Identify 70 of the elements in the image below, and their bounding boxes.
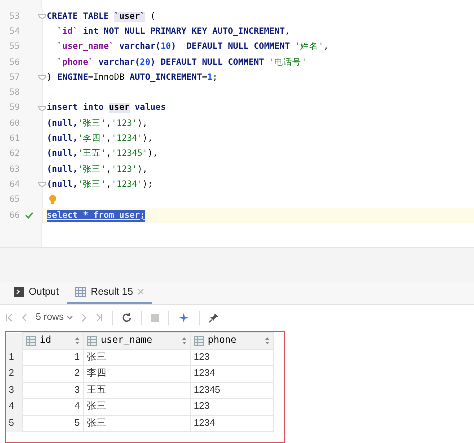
row-number: 5 bbox=[6, 415, 22, 432]
sort-icon[interactable] bbox=[265, 336, 270, 345]
table-cell: 张三 bbox=[84, 349, 190, 366]
column-icon bbox=[26, 336, 36, 346]
line-number: 53 bbox=[8, 12, 20, 22]
caret-icon bbox=[66, 316, 73, 320]
line-number: 61 bbox=[8, 134, 20, 144]
table-cell: 4 bbox=[22, 398, 84, 415]
console-icon bbox=[14, 287, 24, 297]
row-number: 1 bbox=[6, 349, 22, 366]
line-number: 65 bbox=[8, 195, 20, 206]
line-number: 62 bbox=[8, 149, 20, 160]
close-icon[interactable] bbox=[138, 289, 144, 295]
stop-icon[interactable] bbox=[150, 314, 159, 322]
table-cell: 张三 bbox=[84, 415, 190, 432]
first-page-icon[interactable] bbox=[6, 314, 13, 322]
last-page-icon[interactable] bbox=[96, 314, 103, 322]
line-number: 58 bbox=[8, 88, 20, 98]
line-number: 60 bbox=[8, 118, 20, 129]
selected-code: select * from user; bbox=[47, 210, 146, 222]
lightbulb-icon[interactable] bbox=[49, 195, 57, 206]
table-cell: 李四 bbox=[84, 366, 190, 382]
rows-dropdown[interactable]: 5 rows bbox=[36, 312, 73, 323]
line-number: 64 bbox=[8, 180, 20, 190]
refresh-icon[interactable] bbox=[122, 312, 132, 322]
fold-icon[interactable] bbox=[38, 180, 47, 190]
grid-icon bbox=[75, 287, 86, 297]
line-number: 57 bbox=[8, 72, 20, 83]
table-cell: 王五 bbox=[84, 382, 190, 398]
table-cell: 123 bbox=[190, 349, 274, 366]
fold-icon[interactable] bbox=[38, 104, 47, 113]
table-cell: 5 bbox=[22, 415, 84, 432]
table-cell: 1234 bbox=[190, 415, 274, 432]
fold-icon[interactable] bbox=[38, 73, 47, 82]
code-line: (null,'李四','1234'), bbox=[47, 133, 153, 146]
code-line: `phone` varchar(20) DEFAULT NULL COMMENT '电话号' bbox=[56, 56, 307, 69]
line-number: 56 bbox=[8, 58, 20, 68]
table-cell: 1 bbox=[22, 349, 84, 366]
code-line: `user_name` varchar(10) DEFAULT NULL COMMENT '姓名', bbox=[56, 41, 329, 54]
line-number: 55 bbox=[8, 42, 20, 52]
pin-icon[interactable] bbox=[208, 312, 219, 322]
table-cell: 1234 bbox=[190, 366, 274, 382]
fold-icon[interactable] bbox=[38, 12, 47, 22]
line-number: 59 bbox=[8, 103, 20, 114]
table-cell: 2 bbox=[22, 366, 84, 382]
column-icon bbox=[87, 336, 97, 346]
line-number: 66 bbox=[8, 210, 20, 220]
table-cell: 123 bbox=[190, 398, 274, 415]
table-cell: 张三 bbox=[84, 398, 190, 415]
code-line: insert into user values bbox=[47, 103, 166, 114]
table-cell: 12345 bbox=[190, 382, 274, 398]
line-number: 54 bbox=[8, 26, 20, 37]
sort-icon[interactable] bbox=[182, 336, 187, 345]
sort-icon[interactable] bbox=[75, 336, 80, 345]
column-icon bbox=[194, 336, 204, 346]
table-cell: 3 bbox=[22, 382, 84, 398]
line-number: 63 bbox=[8, 164, 20, 175]
code-line: (null,'王五','12345'), bbox=[47, 148, 158, 160]
code-line: (null,'张三','123'), bbox=[47, 164, 148, 176]
previous-icon[interactable] bbox=[22, 314, 27, 322]
row-number: 3 bbox=[6, 382, 22, 398]
tab[interactable]: Output bbox=[6, 282, 68, 304]
code-line: ) ENGINE=InnoDB AUTO_INCREMENT=1; bbox=[47, 72, 218, 83]
next-icon[interactable] bbox=[82, 314, 87, 322]
tab[interactable]: Result 15 bbox=[67, 282, 152, 304]
code-line: (null,'张三','123'), bbox=[47, 118, 148, 130]
code-line: CREATE TABLE `user` ( bbox=[47, 12, 156, 22]
code-line: `id` int NOT NULL PRIMARY KEY AUTO_INCREMENT, bbox=[56, 26, 290, 37]
sparkle-icon[interactable] bbox=[178, 312, 190, 324]
code-line: (null,'张三','1234'); bbox=[47, 178, 153, 191]
